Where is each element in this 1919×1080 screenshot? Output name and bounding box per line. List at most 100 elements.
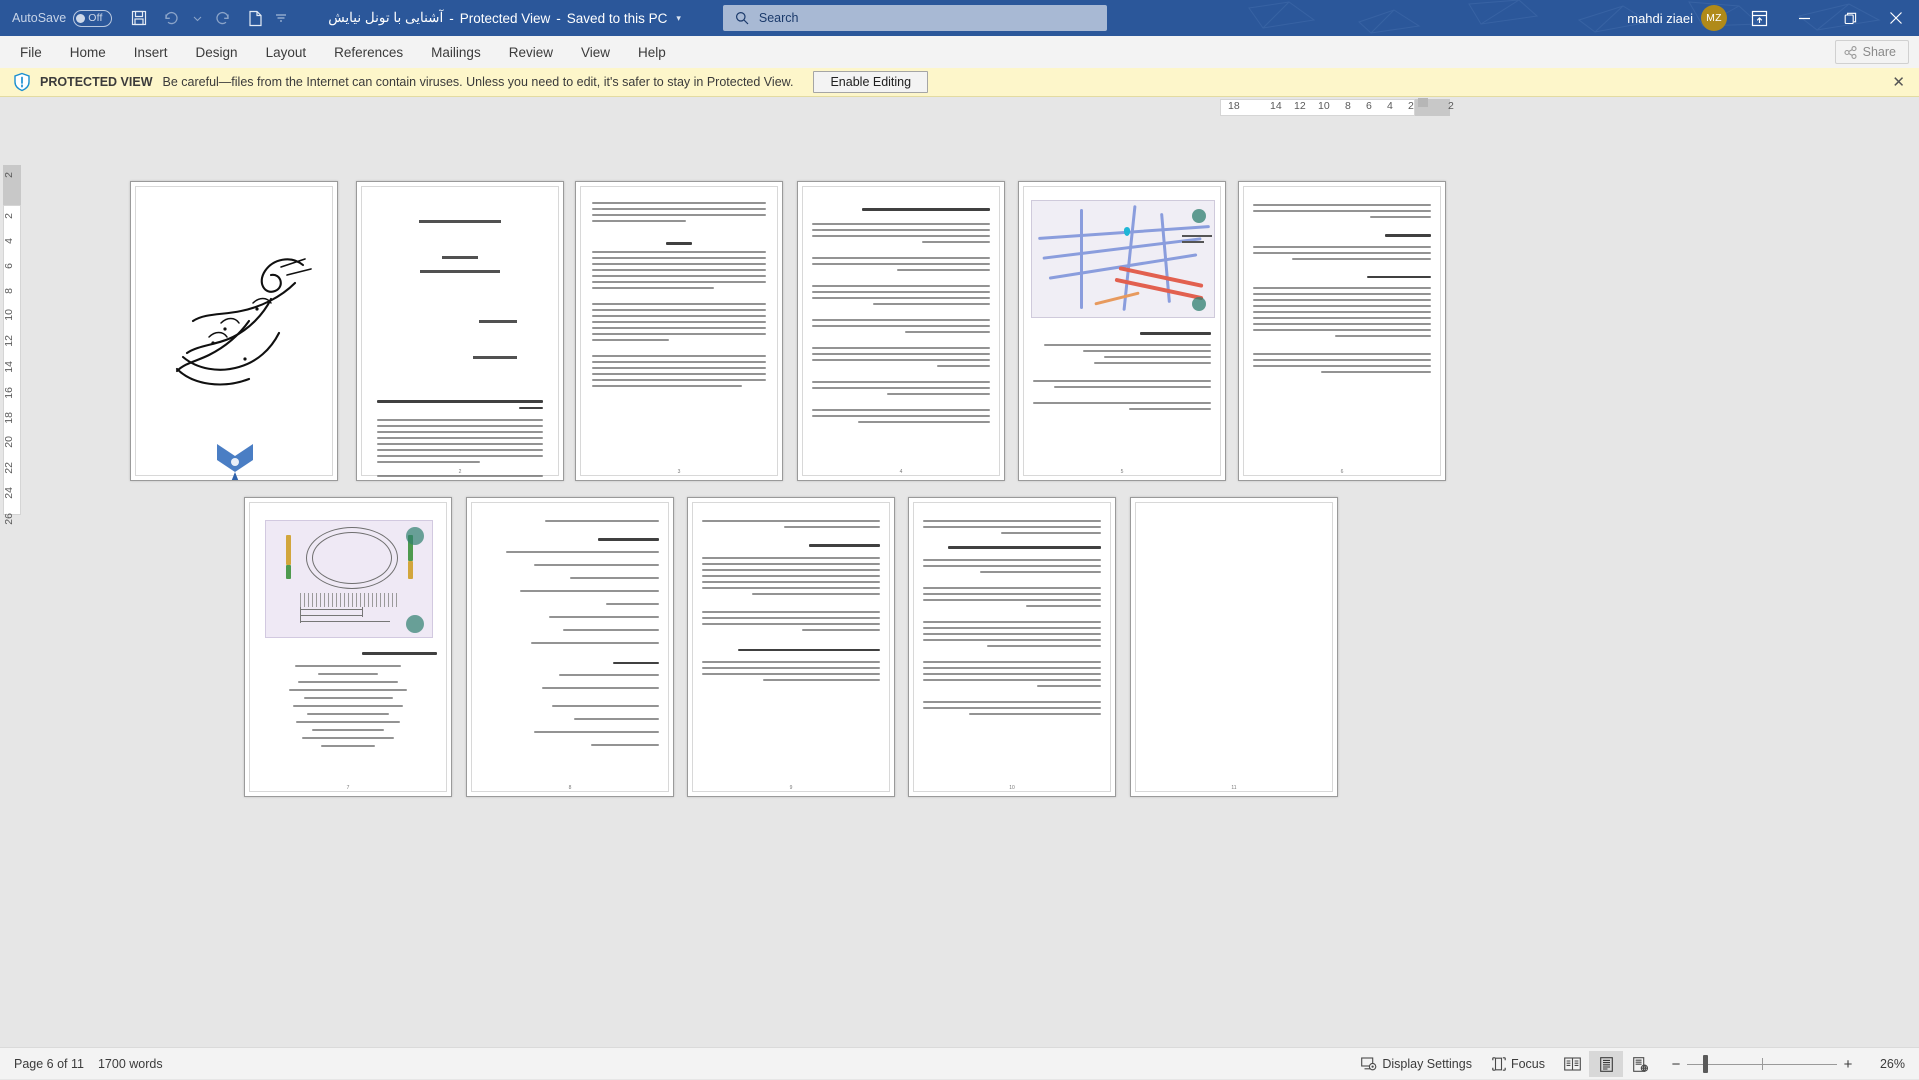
- autosave-toggle[interactable]: Off: [73, 10, 112, 27]
- display-settings-button[interactable]: Display Settings: [1351, 1051, 1482, 1077]
- page-1[interactable]: [130, 181, 338, 481]
- ribbon-tab-bar: File Home Insert Design Layout Reference…: [0, 36, 1919, 68]
- page-5[interactable]: 5: [1018, 181, 1226, 481]
- web-layout-icon[interactable]: [1623, 1051, 1657, 1077]
- autosave-control[interactable]: AutoSave Off: [12, 10, 112, 27]
- zoom-in-button[interactable]: +: [1837, 1056, 1859, 1073]
- word-count[interactable]: 1700 words: [98, 1057, 163, 1071]
- tab-help[interactable]: Help: [624, 36, 680, 68]
- focus-mode-icon: [1492, 1057, 1506, 1071]
- title-dropdown-icon[interactable]: ▾: [676, 13, 681, 24]
- tab-insert[interactable]: Insert: [120, 36, 182, 68]
- document-title-group[interactable]: آشنایی با تونل نیایش - Protected View - …: [328, 10, 681, 26]
- page-5-number: 5: [1019, 469, 1225, 475]
- page-7-number: 7: [245, 785, 451, 791]
- page-11[interactable]: 11: [1130, 497, 1338, 797]
- vruler-num-2a: 2: [3, 172, 21, 178]
- page-9-content: [702, 520, 880, 685]
- page-8[interactable]: 8: [466, 497, 674, 797]
- customize-qat-icon[interactable]: [272, 4, 290, 32]
- page-10[interactable]: 10: [908, 497, 1116, 797]
- page-11-number: 11: [1131, 785, 1337, 791]
- enable-editing-button[interactable]: Enable Editing: [813, 71, 928, 93]
- vruler-num-26: 26: [3, 513, 21, 525]
- page-8-content: [481, 520, 659, 750]
- vruler-num-14: 14: [3, 361, 21, 373]
- page-5-content: [1033, 332, 1211, 414]
- page-2[interactable]: 2: [356, 181, 564, 481]
- display-settings-label: Display Settings: [1382, 1057, 1472, 1071]
- vruler-num-8: 8: [3, 288, 21, 294]
- search-icon: [735, 11, 749, 25]
- close-button[interactable]: [1873, 0, 1919, 36]
- minimize-button[interactable]: [1781, 0, 1827, 36]
- title-sep-2: -: [556, 11, 561, 26]
- tab-file[interactable]: File: [6, 36, 56, 68]
- vruler-num-24: 24: [3, 487, 21, 499]
- tab-layout[interactable]: Layout: [252, 36, 321, 68]
- share-button[interactable]: Share: [1835, 40, 1909, 64]
- hruler-num-12: 12: [1294, 100, 1306, 112]
- vertical-ruler[interactable]: 2 2 4 6 8 10 12 14 16 18 20 22 24 26: [3, 119, 21, 859]
- page-9[interactable]: 9: [687, 497, 895, 797]
- zoom-level[interactable]: 26%: [1859, 1057, 1905, 1071]
- avatar[interactable]: MZ: [1701, 5, 1727, 31]
- vruler-num-12: 12: [3, 335, 21, 347]
- tunnel-section-diagram-image: [265, 520, 433, 638]
- horizontal-ruler[interactable]: 18 14 12 10 8 6 4 2 2: [0, 97, 1919, 119]
- page-status[interactable]: Page 6 of 11: [14, 1057, 84, 1071]
- vruler-num-4: 4: [3, 238, 21, 244]
- hruler-num-10: 10: [1318, 100, 1330, 112]
- page-3[interactable]: 3: [575, 181, 783, 481]
- zoom-control[interactable]: − +: [1665, 1051, 1859, 1077]
- vruler-num-6: 6: [3, 263, 21, 269]
- undo-icon[interactable]: [156, 4, 186, 32]
- zoom-slider-thumb[interactable]: [1703, 1055, 1708, 1073]
- redo-icon[interactable]: [208, 4, 238, 32]
- hruler-num-6: 6: [1366, 100, 1372, 112]
- tab-home[interactable]: Home: [56, 36, 120, 68]
- document-title: آشنایی با تونل نیایش: [328, 10, 443, 26]
- document-canvas[interactable]: 2 3: [22, 119, 1902, 857]
- save-icon[interactable]: [124, 4, 154, 32]
- status-bar: Page 6 of 11 1700 words Display Settings…: [0, 1047, 1919, 1079]
- page-6[interactable]: 6: [1238, 181, 1446, 481]
- bookmark-ribbon-icon: [213, 442, 257, 481]
- focus-button[interactable]: Focus: [1482, 1051, 1555, 1077]
- page-7[interactable]: 7: [244, 497, 452, 797]
- close-icon[interactable]: ✕: [1892, 73, 1905, 91]
- tab-view[interactable]: View: [567, 36, 624, 68]
- status-bar-right: Display Settings Focus: [1351, 1048, 1919, 1080]
- restore-button[interactable]: [1827, 0, 1873, 36]
- protected-view-title: Protected View: [460, 11, 551, 26]
- vruler-num-20: 20: [3, 436, 21, 448]
- tab-mailings[interactable]: Mailings: [417, 36, 495, 68]
- user-name[interactable]: mahdi ziaei: [1627, 11, 1693, 26]
- share-label: Share: [1863, 45, 1896, 59]
- search-input[interactable]: Search: [723, 5, 1107, 31]
- vruler-num-2b: 2: [3, 213, 21, 219]
- page-4-number: 4: [798, 469, 1004, 475]
- undo-dropdown-icon[interactable]: [188, 4, 206, 32]
- zoom-slider[interactable]: [1687, 1051, 1837, 1077]
- shield-info-icon: [12, 72, 32, 92]
- page-10-number: 10: [909, 785, 1115, 791]
- print-layout-icon[interactable]: [1589, 1051, 1623, 1077]
- new-file-icon[interactable]: [240, 4, 270, 32]
- title-bar-right: mahdi ziaei MZ: [1627, 0, 1919, 36]
- tab-review[interactable]: Review: [495, 36, 567, 68]
- autosave-toggle-knob: [76, 14, 85, 23]
- read-mode-icon[interactable]: [1555, 1051, 1589, 1077]
- tab-references[interactable]: References: [320, 36, 417, 68]
- title-bar: AutoSave Off: [0, 0, 1919, 36]
- tab-design[interactable]: Design: [182, 36, 252, 68]
- bismillah-calligraphy-icon: [153, 237, 317, 397]
- zoom-out-button[interactable]: −: [1665, 1056, 1687, 1073]
- indent-marker[interactable]: [1418, 98, 1428, 107]
- zoom-slider-midpoint: [1762, 1058, 1763, 1070]
- page-4-content: [812, 208, 990, 427]
- page-4[interactable]: 4: [797, 181, 1005, 481]
- focus-label: Focus: [1511, 1057, 1545, 1071]
- hruler-num-18: 18: [1228, 100, 1240, 112]
- ribbon-display-options-icon[interactable]: [1737, 0, 1781, 36]
